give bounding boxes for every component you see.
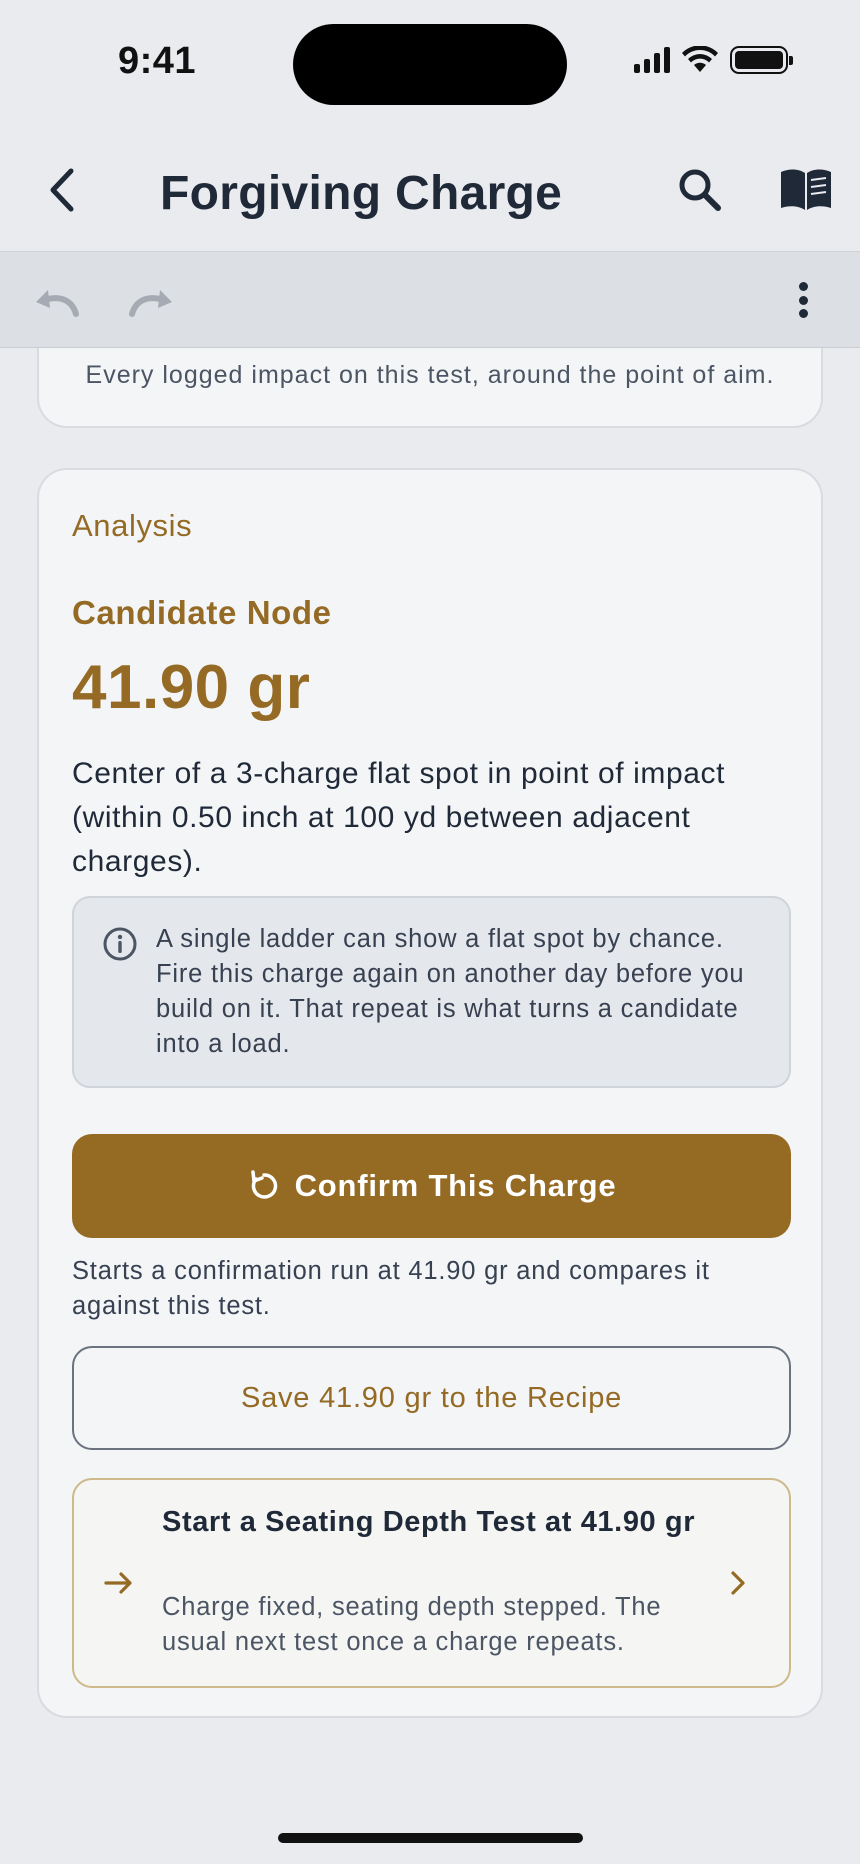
confirm-charge-button[interactable]: Confirm This Charge — [72, 1134, 791, 1238]
home-indicator — [278, 1833, 583, 1843]
confirm-charge-label: Confirm This Charge — [294, 1168, 617, 1203]
redo-icon — [129, 290, 172, 317]
undo-icon — [36, 290, 79, 317]
toolbar — [0, 252, 860, 348]
confirm-charge-note: Starts a confirmation run at 41.90 gr an… — [72, 1257, 710, 1320]
analysis-card: Analysis Candidate Node 41.90 gr Center … — [37, 468, 823, 1718]
seating-depth-test-subtitle: Charge fixed, seating depth stepped. The… — [162, 1593, 662, 1656]
status-icons — [634, 46, 793, 74]
candidate-node-description: Center of a 3-charge flat spot in point … — [72, 757, 726, 878]
page-title: Forgiving Charge — [160, 167, 563, 220]
refresh-icon — [250, 1170, 277, 1199]
wifi-icon — [682, 46, 718, 72]
info-callout-text: A single ladder can show a flat spot by … — [156, 925, 745, 1058]
seating-depth-test-link[interactable]: Start a Seating Depth Test at 41.90 gr C… — [72, 1478, 791, 1688]
search-button[interactable] — [676, 166, 724, 214]
reference-book-button[interactable] — [778, 166, 834, 214]
candidate-node-value: 41.90 gr — [72, 653, 311, 722]
cellular-signal-icon — [634, 47, 670, 73]
status-time: 9:41 — [118, 40, 197, 82]
battery-icon — [730, 46, 793, 74]
chevron-right-icon — [731, 1571, 745, 1595]
redo-button[interactable] — [126, 278, 176, 322]
open-book-icon — [781, 169, 831, 210]
chevron-left-icon — [50, 168, 74, 212]
info-callout: A single ladder can show a flat spot by … — [72, 896, 791, 1088]
candidate-node-label: Candidate Node — [72, 594, 332, 631]
status-bar: 9:41 — [0, 0, 860, 130]
section-label-analysis: Analysis — [72, 508, 193, 543]
back-button[interactable] — [42, 164, 82, 216]
undo-button[interactable] — [32, 278, 82, 322]
navigation-bar: Forgiving Charge — [0, 130, 860, 252]
arrow-right-icon — [104, 1572, 132, 1594]
dynamic-island — [293, 24, 567, 105]
save-to-recipe-label: Save 41.90 gr to the Recipe — [240, 1381, 623, 1414]
more-vertical-icon[interactable] — [790, 276, 816, 324]
scroll-content: Every logged impact on this test, around… — [0, 348, 860, 1864]
info-circle-icon — [103, 927, 137, 961]
impact-plot-card: Every logged impact on this test, around… — [37, 348, 823, 428]
seating-depth-test-title: Start a Seating Depth Test at 41.90 gr — [162, 1506, 696, 1538]
save-to-recipe-button[interactable]: Save 41.90 gr to the Recipe — [72, 1346, 791, 1450]
search-icon — [679, 169, 721, 211]
impact-plot-caption: Every logged impact on this test, around… — [85, 361, 775, 389]
